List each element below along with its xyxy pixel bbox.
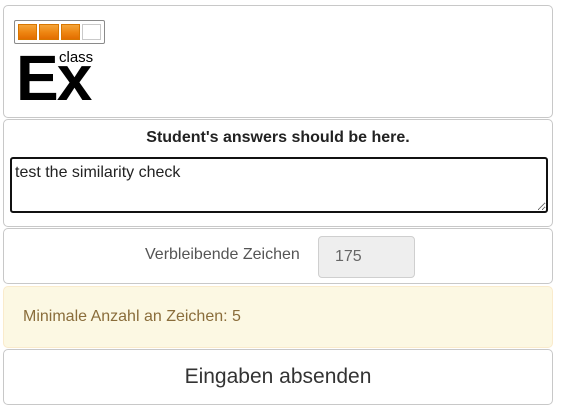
logo-bar-segment [39, 24, 59, 40]
min-chars-text: Minimale Anzahl an Zeichen: 5 [23, 308, 241, 325]
logo-panel: class Ex [3, 5, 553, 118]
min-chars-notice: Minimale Anzahl an Zeichen: 5 [3, 286, 553, 348]
remaining-chars-count [318, 236, 415, 278]
submit-button[interactable]: Eingaben absenden [3, 349, 553, 405]
logo-progress-bar [14, 20, 105, 44]
remaining-chars-panel: Verbleibende Zeichen [3, 228, 553, 284]
answer-label: Student's answers should be here. [146, 129, 410, 146]
logo-bar-segment [60, 24, 80, 40]
logo-bar-segment [18, 24, 38, 40]
logo-main-text: Ex [16, 42, 92, 114]
answer-textarea[interactable]: test the similarity check [10, 157, 548, 213]
answer-panel: Student's answers should be here. test t… [3, 119, 553, 227]
logo-bar-segment [81, 24, 101, 40]
remaining-chars-label: Verbleibende Zeichen [145, 246, 300, 263]
